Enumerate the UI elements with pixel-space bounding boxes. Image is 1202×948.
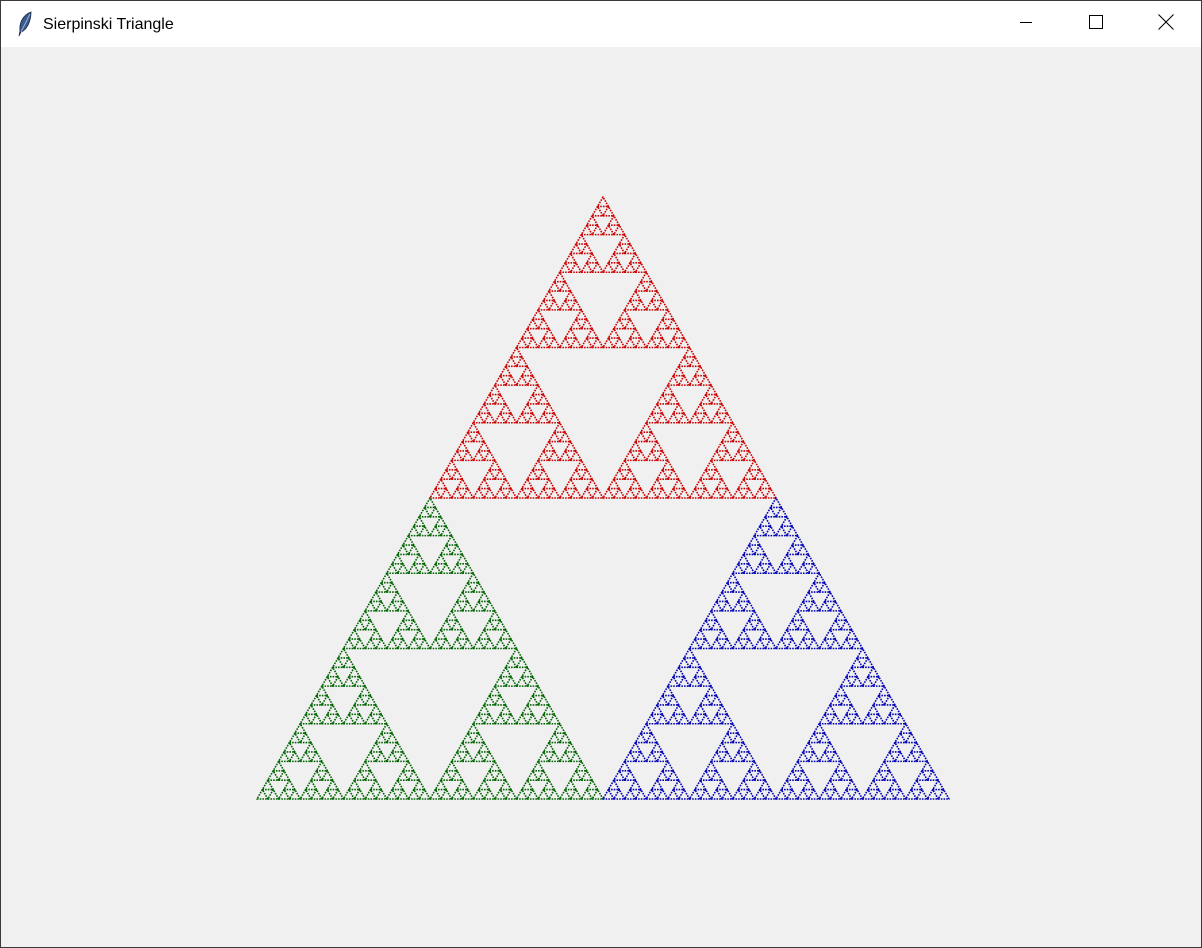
minimize-button[interactable] (991, 1, 1061, 47)
title-bar[interactable]: Sierpinski Triangle (1, 1, 1201, 47)
close-icon (1158, 13, 1174, 35)
maximize-icon (1089, 14, 1103, 34)
minimize-icon (1020, 15, 1032, 33)
feather-icon (15, 11, 35, 37)
window-title: Sierpinski Triangle (43, 16, 174, 33)
close-button[interactable] (1131, 1, 1201, 47)
fractal-region-top (429, 196, 777, 499)
sierpinski-triangle (256, 196, 950, 800)
drawing-canvas-area[interactable] (1, 47, 1201, 947)
fractal-region-bottom-left (256, 497, 604, 800)
maximize-button[interactable] (1061, 1, 1131, 47)
fractal-region-bottom-right (602, 497, 950, 800)
app-window: Sierpinski Triangle (0, 0, 1202, 948)
